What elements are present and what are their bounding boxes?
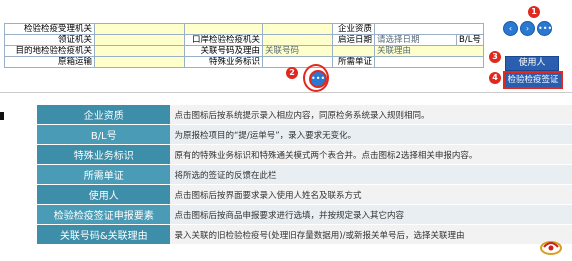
port-authority-label: 口岸检验检疫机关 — [184, 34, 263, 46]
form-blank-field[interactable] — [184, 23, 263, 35]
desc-value: 点击图标后按商品申报要求进行选填，并按规定录入其它内容 — [170, 204, 572, 225]
declaration-form: 检验检疫受理机关 企业资质 领证机关 口岸检验检疫机关 启运日期 请选择日期 B… — [4, 23, 484, 68]
desc-row: B/L号 为原报检项目的“提/运单号”，录入要求无变化。 — [37, 124, 572, 145]
enterprise-qualification-label: 企业资质 — [332, 23, 375, 35]
desc-row: 所需单证 将所选的签证的反馈在此栏 — [37, 164, 572, 185]
certificate-authority-field[interactable] — [94, 34, 185, 46]
original-container-label: 原箱运输 — [4, 56, 95, 68]
inspection-authority-label: 检验检疫受理机关 — [4, 23, 95, 35]
user-button[interactable]: 使用人 — [505, 56, 559, 71]
form-blank-field[interactable] — [262, 23, 333, 35]
desc-row: 检验检疫签证申报要素 点击图标后按商品申报要求进行选填，并按规定录入其它内容 — [37, 204, 572, 225]
desc-value: 录入关联的旧检验检疫号(处理旧存量数据用)/或新报关单号后，选择关联理由 — [170, 224, 572, 245]
callout-badge-1: 1 — [528, 6, 540, 18]
desc-key: 使用人 — [37, 184, 171, 205]
desc-key: 特殊业务标识 — [37, 144, 171, 165]
callout-badge-4: 4 — [489, 72, 501, 84]
desc-key: 企业资质 — [37, 105, 171, 125]
related-reason-field[interactable]: 关联理由 — [374, 45, 484, 57]
required-documents-label: 所需单证 — [332, 56, 375, 68]
desc-value: 点击图标后按系统提示录入相应内容，同原检务系统录入规则相同。 — [170, 105, 572, 125]
brand-logo-icon — [540, 241, 562, 255]
form-row-2: 领证机关 口岸检验检疫机关 启运日期 请选择日期 B/L号 — [4, 34, 484, 46]
form-blank-field[interactable] — [332, 45, 375, 57]
related-number-field[interactable]: 关联号码 — [262, 45, 333, 57]
inspection-visa-button[interactable]: 检验检疫签证 — [503, 71, 563, 89]
desc-row: 企业资质 点击图标后按系统提示录入相应内容，同原检务系统录入规则相同。 — [37, 105, 572, 125]
pager-controls: ‹ › ••• — [503, 21, 552, 36]
required-documents-field[interactable] — [374, 56, 484, 68]
desc-key: 检验检疫签证申报要素 — [37, 204, 171, 225]
special-business-more-button[interactable]: ••• — [309, 70, 327, 88]
departure-date-label: 启运日期 — [332, 34, 375, 46]
related-number-reason-label: 关联号码及理由 — [184, 45, 263, 57]
left-cap — [0, 112, 4, 120]
callout-badge-2: 2 — [286, 67, 298, 79]
desc-key: B/L号 — [37, 124, 171, 145]
desc-value: 将所选的签证的反馈在此栏 — [170, 164, 572, 185]
certificate-authority-label: 领证机关 — [4, 34, 95, 46]
departure-date-field[interactable]: 请选择日期 — [374, 34, 457, 46]
inspection-authority-field[interactable] — [94, 23, 185, 35]
form-row-4: 原箱运输 特殊业务标识 所需单证 — [4, 56, 484, 68]
desc-key: 所需单证 — [37, 164, 171, 185]
port-authority-field[interactable] — [262, 34, 333, 46]
form-row-3: 目的地检验检疫机关 关联号码及理由 关联号码 关联理由 — [4, 45, 484, 57]
original-container-field[interactable] — [94, 56, 185, 68]
desc-value: 为原报检项目的“提/运单号”，录入要求无变化。 — [170, 124, 572, 145]
bl-number-label: B/L号 — [456, 34, 484, 46]
special-business-label: 特殊业务标识 — [184, 56, 263, 68]
desc-key: 关联号码&关联理由 — [37, 224, 171, 245]
destination-authority-field[interactable] — [94, 45, 185, 57]
prev-button[interactable]: ‹ — [503, 21, 518, 36]
section-divider — [0, 92, 572, 93]
desc-row: 特殊业务标识 原有的特殊业务标识和特殊通关模式两个表合并。点击图标2选择相关申报… — [37, 144, 572, 165]
field-description-table: 企业资质 点击图标后按系统提示录入相应内容，同原检务系统录入规则相同。 B/L号… — [37, 105, 572, 245]
form-row-1: 检验检疫受理机关 企业资质 — [4, 23, 484, 35]
callout-badge-3: 3 — [489, 51, 501, 63]
desc-row: 使用人 点击图标后按界面要求录入使用人姓名及联系方式 — [37, 184, 572, 205]
desc-value: 点击图标后按界面要求录入使用人姓名及联系方式 — [170, 184, 572, 205]
enterprise-qualification-field[interactable] — [374, 23, 484, 35]
desc-row: 关联号码&关联理由 录入关联的旧检验检疫号(处理旧存量数据用)/或新报关单号后，… — [37, 224, 572, 245]
next-button[interactable]: › — [520, 21, 535, 36]
destination-authority-label: 目的地检验检疫机关 — [4, 45, 95, 57]
desc-value: 原有的特殊业务标识和特殊通关模式两个表合并。点击图标2选择相关申报内容。 — [170, 144, 572, 165]
more-button[interactable]: ••• — [537, 21, 552, 36]
